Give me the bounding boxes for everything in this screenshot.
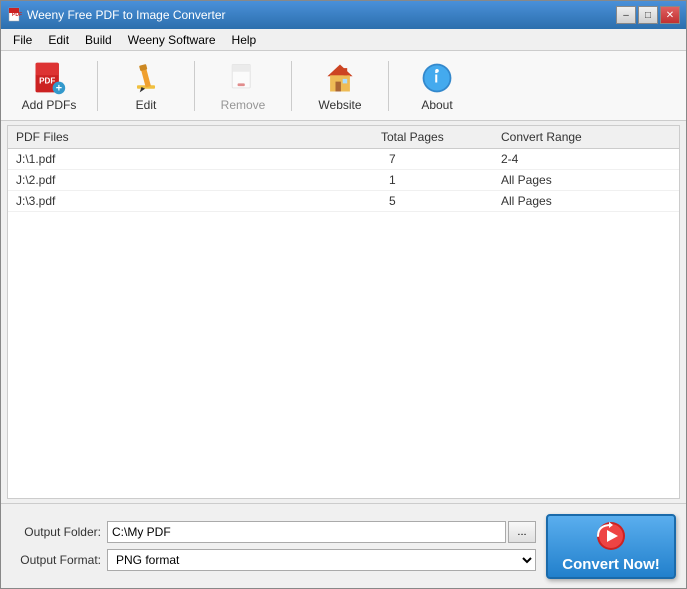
remove-button[interactable]: Remove	[203, 55, 283, 117]
edit-icon	[126, 60, 166, 96]
convert-icon-wrap	[593, 520, 629, 552]
output-folder-row: Output Folder: ...	[11, 521, 536, 543]
add-pdfs-button[interactable]: PDF + Add PDFs	[9, 55, 89, 117]
about-label: About	[421, 98, 452, 112]
table-row[interactable]: J:\1.pdf 7 2-4	[8, 149, 679, 170]
file-list-container: PDF Files Total Pages Convert Range J:\1…	[7, 125, 680, 499]
svg-text:PDF: PDF	[12, 12, 22, 18]
toolbar-sep-4	[388, 61, 389, 111]
table-row[interactable]: J:\3.pdf 5 All Pages	[8, 191, 679, 212]
website-label: Website	[318, 98, 361, 112]
toolbar-sep-2	[194, 61, 195, 111]
about-button[interactable]: i About	[397, 55, 477, 117]
toolbar: PDF + Add PDFs Edit Rem	[1, 51, 686, 121]
svg-text:PDF: PDF	[39, 76, 55, 85]
file-range: 2-4	[501, 152, 641, 166]
file-name: J:\1.pdf	[16, 152, 381, 166]
menu-file[interactable]: File	[5, 31, 40, 49]
convert-now-button[interactable]: Convert Now!	[546, 514, 676, 579]
file-list-header: PDF Files Total Pages Convert Range	[8, 126, 679, 149]
edit-button[interactable]: Edit	[106, 55, 186, 117]
minimize-button[interactable]: –	[616, 6, 636, 24]
menu-build[interactable]: Build	[77, 31, 120, 49]
file-list-body[interactable]: J:\1.pdf 7 2-4 J:\2.pdf 1 All Pages J:\3…	[8, 149, 679, 498]
convert-now-label: Convert Now!	[562, 556, 660, 573]
file-name: J:\3.pdf	[16, 194, 381, 208]
menu-weeny-software[interactable]: Weeny Software	[120, 31, 224, 49]
convert-icon	[593, 520, 629, 552]
output-folder-input-wrap: ...	[107, 521, 536, 543]
title-bar-text: Weeny Free PDF to Image Converter	[27, 8, 616, 22]
menu-help[interactable]: Help	[224, 31, 265, 49]
col-header-pages: Total Pages	[381, 130, 501, 144]
format-select[interactable]: PNG formatJPG formatBMP formatGIF format…	[107, 549, 536, 571]
add-pdfs-icon: PDF +	[29, 60, 69, 96]
toolbar-sep-3	[291, 61, 292, 111]
col-header-spacer	[641, 130, 671, 144]
table-row[interactable]: J:\2.pdf 1 All Pages	[8, 170, 679, 191]
add-pdfs-label: Add PDFs	[22, 98, 77, 112]
remove-icon	[223, 60, 263, 96]
edit-label: Edit	[136, 98, 157, 112]
menu-bar: File Edit Build Weeny Software Help	[1, 29, 686, 51]
close-button[interactable]: ✕	[660, 6, 680, 24]
file-range: All Pages	[501, 173, 641, 187]
window-controls: – □ ✕	[616, 6, 680, 24]
file-range: All Pages	[501, 194, 641, 208]
file-pages: 5	[381, 194, 501, 208]
bottom-fields: Output Folder: ... Output Format: PNG fo…	[11, 521, 536, 571]
file-name: J:\2.pdf	[16, 173, 381, 187]
maximize-button[interactable]: □	[638, 6, 658, 24]
bottom-panel: Output Folder: ... Output Format: PNG fo…	[1, 503, 686, 588]
col-header-range: Convert Range	[501, 130, 641, 144]
output-folder-input[interactable]	[107, 521, 506, 543]
svg-text:+: +	[56, 82, 62, 94]
file-pages: 7	[381, 152, 501, 166]
col-header-name: PDF Files	[16, 130, 381, 144]
output-format-label: Output Format:	[11, 553, 101, 567]
main-window: PDF Weeny Free PDF to Image Converter – …	[0, 0, 687, 589]
file-pages: 1	[381, 173, 501, 187]
title-bar: PDF Weeny Free PDF to Image Converter – …	[1, 1, 686, 29]
remove-label: Remove	[221, 98, 266, 112]
menu-edit[interactable]: Edit	[40, 31, 77, 49]
output-format-row: Output Format: PNG formatJPG formatBMP f…	[11, 549, 536, 571]
website-button[interactable]: Website	[300, 55, 380, 117]
toolbar-sep-1	[97, 61, 98, 111]
svg-text:i: i	[434, 70, 438, 86]
about-icon: i	[417, 60, 457, 96]
website-icon	[320, 60, 360, 96]
app-icon: PDF	[7, 7, 23, 23]
output-folder-label: Output Folder:	[11, 525, 101, 539]
browse-button[interactable]: ...	[508, 521, 536, 543]
